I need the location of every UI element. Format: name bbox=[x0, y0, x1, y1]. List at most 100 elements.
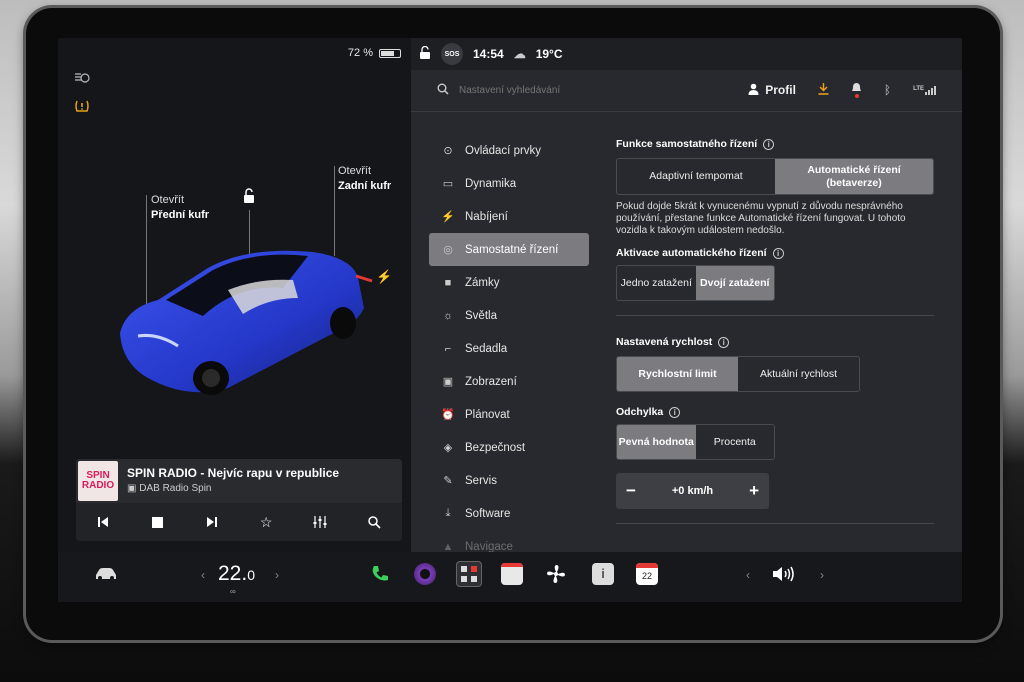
volume-up-chevron-icon[interactable]: › bbox=[820, 568, 824, 582]
autopilot-description: Pokud dojde 5krát k vynucenému vypnutí z… bbox=[616, 201, 906, 236]
offset-value: +0 km/h bbox=[671, 485, 714, 497]
wrench-icon: ✎ bbox=[443, 475, 453, 487]
nav-item-label: Dynamika bbox=[465, 177, 517, 190]
nav-item-display[interactable]: ▣ Zobrazení bbox=[429, 365, 589, 398]
nav-item-label: Sedadla bbox=[465, 342, 508, 355]
alert-dot bbox=[854, 94, 859, 98]
media-search-icon[interactable] bbox=[360, 507, 390, 537]
nav-item-lock[interactable]: ■ Zámky bbox=[429, 266, 589, 299]
volume-down-chevron-icon[interactable]: ‹ bbox=[746, 568, 750, 582]
info-icon[interactable]: i bbox=[669, 406, 681, 418]
weather-cloud-icon: ☁ bbox=[513, 47, 526, 61]
station-logo: SPIN RADIO bbox=[78, 461, 118, 501]
lock-icon: ■ bbox=[444, 276, 452, 289]
phone-icon[interactable] bbox=[369, 563, 391, 585]
notification-bell-icon[interactable] bbox=[851, 82, 862, 98]
temperature-decimal: 0 bbox=[247, 567, 255, 583]
activation-option[interactable]: Dvojí zatažení bbox=[695, 266, 774, 300]
notes-icon[interactable] bbox=[501, 563, 523, 585]
unlock-status-icon[interactable] bbox=[419, 45, 431, 62]
favorite-star-icon[interactable]: ☆ bbox=[251, 507, 281, 537]
offset-option[interactable]: Procenta bbox=[696, 425, 775, 459]
sun-icon: ☼ bbox=[442, 309, 454, 322]
steering-wheel-icon: ◎ bbox=[443, 244, 453, 256]
manual-info-icon[interactable]: i bbox=[592, 563, 614, 585]
download-icon: ⤓ bbox=[445, 507, 451, 519]
front-trunk-callout[interactable]: Otevřít Přední kufr bbox=[151, 193, 209, 223]
vehicle-render[interactable] bbox=[118, 238, 373, 403]
settings-search-input[interactable] bbox=[459, 85, 679, 96]
media-title: SPIN RADIO - Nejvíc rapu v republice bbox=[127, 466, 340, 480]
nav-item-sun[interactable]: ☼ Světla bbox=[429, 299, 589, 332]
offset-decrease-button[interactable]: − bbox=[626, 481, 636, 501]
offset-option[interactable]: Pevná hodnota bbox=[617, 425, 696, 459]
app-launcher-icon[interactable] bbox=[456, 561, 482, 587]
nav-item-download[interactable]: ⤓ Software bbox=[429, 497, 589, 530]
autopilot-features-selector: Adaptivní tempomat Automatické řízení (be… bbox=[616, 158, 934, 195]
cabin-temperature[interactable]: 22.0 bbox=[218, 562, 255, 586]
bottom-taskbar: ‹ 22.0 › ∞ i 22 ‹ › bbox=[58, 552, 962, 602]
lte-label: LTE bbox=[913, 85, 924, 92]
charge-port-icon[interactable]: ⚡ bbox=[376, 269, 392, 285]
section-divider bbox=[616, 315, 934, 316]
nav-item-toggle[interactable]: ⊙ Ovládací prvky bbox=[429, 134, 589, 167]
nav-item-shield[interactable]: ◈ Bezpečnost bbox=[429, 431, 589, 464]
set-speed-title: Nastavená rychlost bbox=[616, 336, 713, 348]
lte-signal-icon: LTE bbox=[913, 85, 936, 95]
tire-pressure-warning-icon[interactable] bbox=[74, 98, 90, 117]
battery-status: 72 % bbox=[348, 47, 401, 59]
temp-up-chevron-icon[interactable]: › bbox=[275, 568, 279, 582]
stop-button[interactable] bbox=[142, 507, 172, 537]
profile-label: Profil bbox=[765, 83, 796, 97]
front-trunk-open-label: Otevřít bbox=[151, 194, 185, 206]
info-icon[interactable]: i bbox=[763, 138, 775, 150]
nav-item-alarm[interactable]: ⏰ Plánovat bbox=[429, 398, 589, 431]
seat-icon: ⌐ bbox=[444, 342, 452, 355]
station-logo-bottom: RADIO bbox=[81, 480, 115, 491]
set-speed-heading: Nastavená rychlost i bbox=[616, 336, 936, 348]
auto-headlights-icon[interactable] bbox=[74, 72, 90, 87]
next-track-button[interactable] bbox=[197, 507, 227, 537]
nav-item-wrench[interactable]: ✎ Servis bbox=[429, 464, 589, 497]
download-icon[interactable] bbox=[818, 82, 829, 98]
seat-heater-icon[interactable]: ∞ bbox=[230, 587, 236, 596]
car-icon[interactable] bbox=[94, 567, 118, 586]
offset-increase-button[interactable]: + bbox=[749, 481, 759, 501]
calendar-icon[interactable]: 22 bbox=[636, 563, 658, 585]
rear-trunk-callout[interactable]: Otevřít Zadní kufr bbox=[338, 164, 391, 194]
settings-nav: ⊙ Ovládací prvky ▭ Dynamika ⚡ Nabíjení ◎ Samost… bbox=[429, 134, 589, 563]
nav-item-label: Navigace bbox=[465, 540, 513, 553]
bluetooth-icon[interactable]: ᛒ bbox=[884, 83, 891, 97]
nav-item-bolt[interactable]: ⚡ Nabíjení bbox=[429, 200, 589, 233]
nav-item-label: Servis bbox=[465, 474, 497, 487]
equalizer-icon[interactable] bbox=[305, 507, 335, 537]
autopilot-feature-option[interactable]: Automatické řízení (betaverze) bbox=[775, 159, 933, 194]
offset-title: Odchylka bbox=[616, 406, 664, 418]
info-icon[interactable]: i bbox=[718, 336, 730, 348]
unlock-icon[interactable] bbox=[241, 188, 257, 209]
nav-item-steering-wheel[interactable]: ◎ Samostatné řízení bbox=[429, 233, 589, 266]
info-icon[interactable]: i bbox=[772, 247, 784, 259]
fan-icon[interactable] bbox=[545, 563, 567, 585]
nav-item-label: Zobrazení bbox=[465, 375, 517, 388]
media-player[interactable]: SPIN RADIO SPIN RADIO - Nejvíc rapu v re… bbox=[76, 459, 402, 541]
nav-item-label: Bezpečnost bbox=[465, 441, 526, 454]
volume-icon[interactable] bbox=[772, 565, 796, 588]
nav-item-seat[interactable]: ⌐ Sedadla bbox=[429, 332, 589, 365]
set-speed-option[interactable]: Aktuální rychlost bbox=[738, 357, 859, 391]
touchscreen: 72 % Otevřít Přední kufr Otevřít Zadní k… bbox=[58, 38, 962, 592]
radio-icon: ▣ bbox=[127, 483, 137, 494]
previous-track-button[interactable] bbox=[88, 507, 118, 537]
camera-icon[interactable] bbox=[414, 563, 436, 585]
section-divider bbox=[616, 523, 934, 524]
temp-down-chevron-icon[interactable]: ‹ bbox=[201, 568, 205, 582]
sos-button[interactable]: SOS bbox=[441, 43, 463, 65]
autopilot-settings: Funkce samostatného řízení i Adaptivní t… bbox=[616, 138, 936, 524]
set-speed-selector: Rychlostní limit Aktuální rychlost bbox=[616, 356, 860, 392]
nav-item-car[interactable]: ▭ Dynamika bbox=[429, 167, 589, 200]
display-icon: ▣ bbox=[442, 376, 454, 388]
profile-button[interactable]: Profil bbox=[748, 83, 796, 98]
set-speed-option[interactable]: Rychlostní limit bbox=[617, 357, 738, 391]
activation-option[interactable]: Jedno zatažení bbox=[617, 266, 696, 300]
autopilot-feature-option[interactable]: Adaptivní tempomat bbox=[617, 159, 775, 194]
